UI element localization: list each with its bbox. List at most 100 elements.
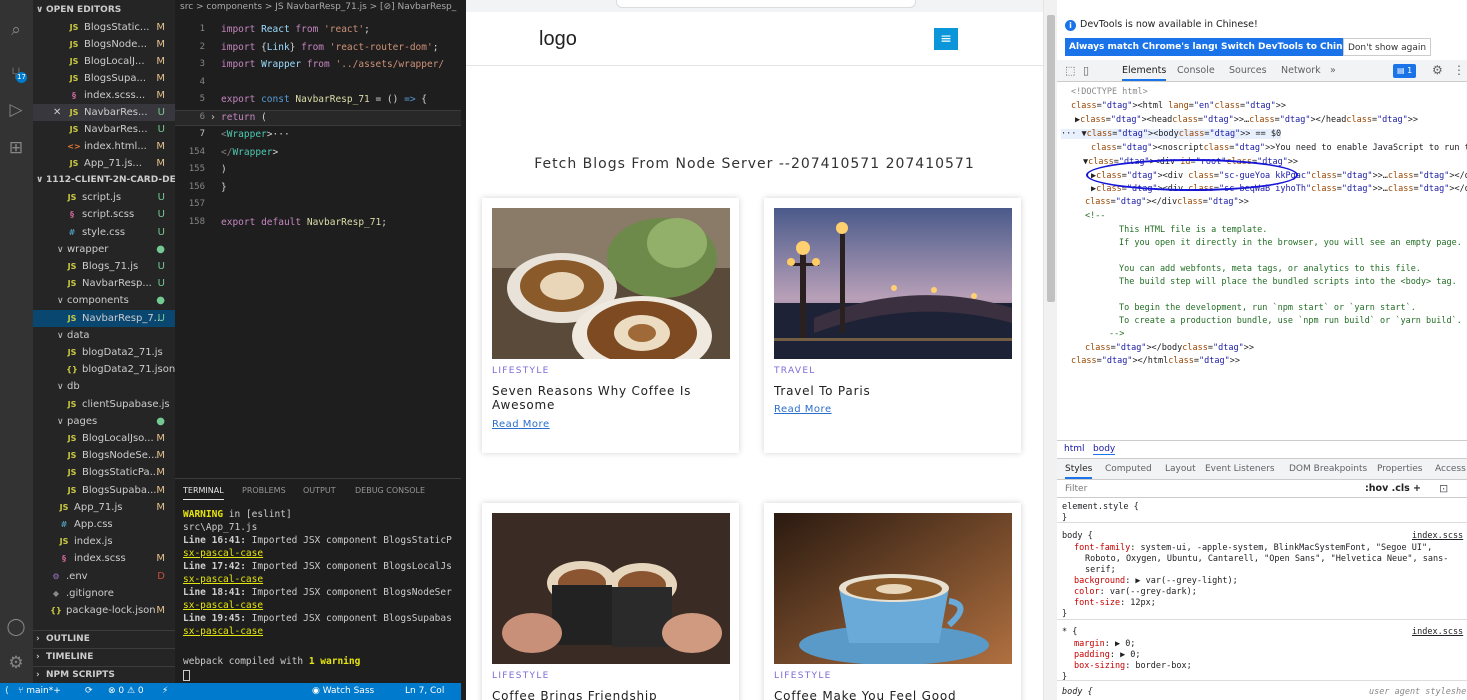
- dom-node[interactable]: ··· ▼class="dtag"><bodyclass="dtag">> ==…: [1061, 129, 1282, 139]
- watch-sass-button[interactable]: ◉ Watch Sass: [312, 683, 374, 700]
- styles-tab[interactable]: Styles: [1065, 464, 1093, 479]
- scrollbar-thumb[interactable]: [1047, 15, 1055, 302]
- css-source-link[interactable]: index.scss: [1412, 531, 1463, 541]
- file-item[interactable]: JS App_71.js M: [33, 499, 175, 516]
- dom-node[interactable]: class="dtag"></htmlclass="dtag">>: [1071, 356, 1240, 366]
- read-more-link[interactable]: Read More: [774, 404, 832, 415]
- file-item[interactable]: JS BlogsSupaba... M: [33, 482, 175, 499]
- code-line[interactable]: <Wrapper>···: [221, 129, 290, 140]
- css-declaration[interactable]: serif;: [1085, 565, 1116, 575]
- file-item[interactable]: JS blogData2_71.js: [33, 344, 175, 361]
- styles-tab[interactable]: Access: [1435, 464, 1466, 474]
- css-declaration[interactable]: font-family: system-ui, -apple-system, B…: [1074, 543, 1432, 553]
- open-editor-item[interactable]: JS BlogsSupa... M: [33, 70, 175, 87]
- project-folder-header[interactable]: ∨ 1112-CLIENT-2N-CARD-DE...: [33, 172, 175, 189]
- open-editor-item[interactable]: JS BlogLocalJ... M: [33, 53, 175, 70]
- file-item[interactable]: JS BlogLocalJso... M: [33, 430, 175, 447]
- dom-node[interactable]: class="dtag"><noscriptclass="dtag">>You …: [1091, 143, 1467, 153]
- lint-rule-link[interactable]: sx-pascal-case: [183, 574, 263, 585]
- settings-gear-icon[interactable]: ⚙: [1432, 63, 1443, 77]
- file-item[interactable]: {} blogData2_71.json: [33, 361, 175, 378]
- computed-toggle-icon[interactable]: ⊡: [1439, 482, 1448, 495]
- open-editor-item[interactable]: JS NavbarRes... U: [33, 121, 175, 138]
- dom-node[interactable]: <!DOCTYPE html>: [1071, 87, 1148, 97]
- cursor-position[interactable]: Ln 7, Col: [405, 683, 444, 700]
- code-line[interactable]: export default NavbarResp_71;: [221, 217, 387, 228]
- source-control-icon[interactable]: ⑂17: [4, 62, 28, 86]
- tab-problems[interactable]: PROBLEMS: [242, 486, 286, 495]
- terminal-panel[interactable]: TERMINAL PROBLEMS OUTPUT DEBUG CONSOLE W…: [175, 478, 461, 683]
- css-declaration[interactable]: element.style {: [1062, 502, 1139, 512]
- css-declaration[interactable]: * {: [1062, 627, 1077, 637]
- file-item[interactable]: JS BlogsStaticPa... M: [33, 464, 175, 481]
- dom-node[interactable]: class="dtag"><html lang="en"class="dtag"…: [1071, 101, 1286, 111]
- menu-toggle-button[interactable]: ≡: [934, 28, 958, 50]
- dom-node[interactable]: <!--: [1085, 211, 1105, 221]
- close-icon[interactable]: ✕: [53, 104, 61, 121]
- inspect-icon[interactable]: ⬚: [1065, 64, 1075, 77]
- css-source-link[interactable]: index.scss: [1412, 627, 1463, 637]
- tab-output[interactable]: OUTPUT: [303, 486, 336, 495]
- tab-network[interactable]: Network: [1281, 65, 1321, 76]
- open-editor-item[interactable]: JS BlogsStatic... M: [33, 19, 175, 36]
- branch-status[interactable]: ⑂ main*+: [18, 683, 61, 700]
- tab-elements[interactable]: Elements: [1122, 65, 1167, 81]
- css-declaration[interactable]: font-size: 12px;: [1074, 598, 1156, 608]
- sync-icon[interactable]: ⟳: [85, 683, 93, 700]
- folder-item[interactable]: ∨ components ●: [33, 292, 175, 309]
- css-declaration[interactable]: body {: [1062, 531, 1093, 541]
- code-line[interactable]: ): [221, 164, 227, 175]
- page-scrollbar[interactable]: [1043, 0, 1057, 700]
- open-editor-item[interactable]: <> index.html... M: [33, 138, 175, 155]
- css-declaration[interactable]: color: var(--grey-dark);: [1074, 587, 1197, 597]
- extensions-icon[interactable]: ⊞: [4, 136, 28, 160]
- css-declaration[interactable]: padding: ▶ 0;: [1074, 650, 1141, 660]
- file-item[interactable]: JS BlogsNodeSe... M: [33, 447, 175, 464]
- search-icon[interactable]: ⌕: [4, 18, 28, 42]
- crumb-body[interactable]: body: [1093, 444, 1116, 455]
- file-item[interactable]: # App.css: [33, 516, 175, 533]
- code-line[interactable]: </Wrapper>: [221, 147, 278, 158]
- code-line[interactable]: import Wrapper from '../assets/wrapper/: [221, 59, 444, 70]
- read-more-link[interactable]: Read More: [492, 419, 550, 430]
- dont-show-again-button[interactable]: Don't show again: [1343, 38, 1432, 56]
- file-item[interactable]: ◆ .gitignore: [33, 585, 175, 602]
- file-item[interactable]: JS NavbarResp... U: [33, 275, 175, 292]
- dom-node[interactable]: If you open it directly in the browser, …: [1119, 238, 1462, 248]
- css-declaration[interactable]: Roboto, Oxygen, Ubuntu, Cantarell, "Open…: [1085, 554, 1448, 564]
- file-item[interactable]: ⚙ .env D: [33, 568, 175, 585]
- remote-icon[interactable]: ⟨: [5, 683, 9, 700]
- npm-scripts-header[interactable]: › NPM SCRIPTS: [33, 666, 175, 683]
- crumb-html[interactable]: html: [1064, 444, 1085, 454]
- styles-tab[interactable]: DOM Breakpoints: [1289, 464, 1367, 474]
- tab-terminal[interactable]: TERMINAL: [183, 486, 224, 500]
- styles-tab[interactable]: Properties: [1377, 464, 1422, 474]
- lint-rule-link[interactable]: sx-pascal-case: [183, 600, 263, 611]
- dom-node[interactable]: To create a production bundle, use `npm …: [1119, 316, 1462, 326]
- code-line[interactable]: import {Link} from 'react-router-dom';: [221, 42, 438, 53]
- styles-filter-input[interactable]: Filter: [1065, 484, 1087, 494]
- folder-item[interactable]: ∨ pages ●: [33, 413, 175, 430]
- styles-tab[interactable]: Layout: [1165, 464, 1196, 474]
- open-editor-item[interactable]: JS BlogsNode... M: [33, 36, 175, 53]
- dom-node[interactable]: ▶class="dtag"><headclass="dtag">>…class=…: [1075, 115, 1418, 125]
- open-editor-item[interactable]: ✕ JS NavbarRes... U: [33, 104, 175, 121]
- tab-sources[interactable]: Sources: [1229, 65, 1267, 76]
- run-debug-icon[interactable]: ▷: [4, 98, 28, 122]
- code-line[interactable]: }: [221, 182, 227, 193]
- file-item[interactable]: JS script.js U: [33, 189, 175, 206]
- styles-tab[interactable]: Event Listeners: [1205, 464, 1275, 474]
- open-editor-item[interactable]: JS App_71.js... M: [33, 155, 175, 172]
- lint-rule-link[interactable]: sx-pascal-case: [183, 548, 263, 559]
- timeline-header[interactable]: › TIMELINE: [33, 648, 175, 665]
- dom-node[interactable]: class="dtag"></divclass="dtag">>: [1085, 197, 1249, 207]
- dom-node[interactable]: -->: [1109, 329, 1124, 339]
- dom-node[interactable]: This HTML file is a template.: [1119, 225, 1267, 235]
- file-item[interactable]: § index.scss M: [33, 550, 175, 567]
- css-declaration[interactable]: box-sizing: border-box;: [1074, 661, 1192, 671]
- file-item[interactable]: JS clientSupabase.js: [33, 396, 175, 413]
- code-line[interactable]: export const NavbarResp_71 = () => {: [221, 94, 427, 105]
- file-item[interactable]: JS index.js: [33, 533, 175, 550]
- editor-breadcrumb[interactable]: src > components > JS NavbarResp_71.js >…: [180, 2, 456, 12]
- css-declaration[interactable]: }: [1062, 609, 1067, 619]
